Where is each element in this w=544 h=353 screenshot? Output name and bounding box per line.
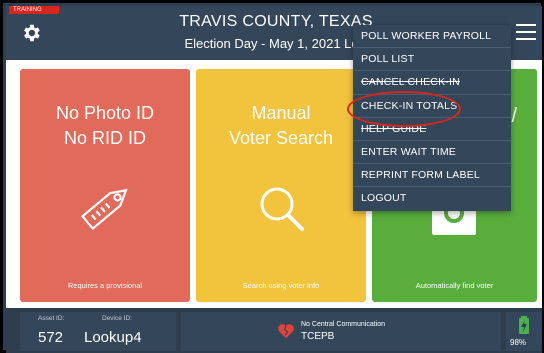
card-title: No Photo ID No RID ID [55,103,155,148]
training-flag: TRAINING [9,6,59,14]
camera-icon [432,203,476,235]
card-title: Manual Voter Search [228,103,334,148]
menu-item-reprint-form-label[interactable]: REPRINT FORM LABEL [353,164,511,188]
broken-heart-icon [278,324,294,339]
highlight-annotation-circle [347,91,461,127]
gear-icon[interactable] [20,22,42,44]
menu-item-enter-wait-time[interactable]: ENTER WAIT TIME [353,141,511,165]
card-footer: Requires a provisional [67,281,143,290]
menu-item-cancel-check-in[interactable]: CANCEL CHECK-IN [353,71,511,95]
menu-item-logout[interactable]: LOGOUT [353,187,511,210]
hamburger-menu-icon[interactable] [516,24,536,42]
magnifier-icon [260,187,304,231]
tag-icon [80,188,128,231]
communication-status-text: No Central Communication [301,321,386,328]
manual-voter-search-card[interactable]: Manual Voter Search Search using voter i… [196,69,366,302]
card-footer: Automatically find voter [415,281,494,290]
device-id-label: Device ID: [102,315,132,322]
device-frame: TRAINING TRAVIS COUNTY, TEXAS Election D… [0,0,544,353]
card-footer: Search using voter info [242,281,320,290]
menu-item-poll-list[interactable]: POLL LIST [353,48,511,72]
no-photo-id-card[interactable]: No Photo ID No RID ID Requires a provisi… [20,69,190,302]
battery-level: 98% [510,338,527,347]
communication-code: TCEPB [301,331,335,342]
menu-item-poll-worker-payroll[interactable]: POLL WORKER PAYROLL [353,25,511,49]
card-title: / [511,105,517,127]
battery-box: 98% [506,312,542,351]
asset-id-label: Asset ID: [38,315,65,322]
device-id-value: Lookup4 [84,329,142,346]
device-info-box: Asset ID: 572 Device ID: Lookup4 [20,312,176,351]
communication-status-box: No Central Communication TCEPB [181,312,501,351]
battery-charging-icon [519,316,529,334]
status-footer: Asset ID: 572 Device ID: Lookup4 No Cent… [6,308,542,353]
asset-id-value: 572 [38,329,64,346]
